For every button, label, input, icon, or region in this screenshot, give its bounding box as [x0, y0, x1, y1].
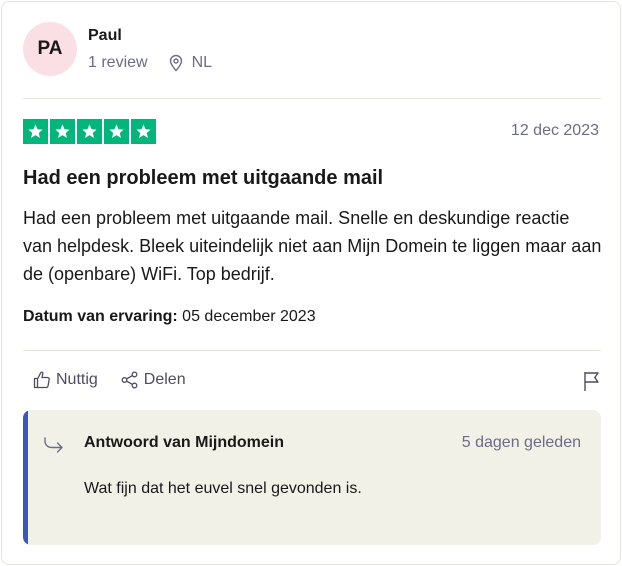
- share-label: Delen: [143, 371, 186, 388]
- reviewer-meta: 1 review NL: [88, 54, 212, 72]
- star-icon: [131, 119, 156, 144]
- reply-date: 5 dagen geleden: [461, 434, 581, 451]
- reply-arrow-icon: [44, 437, 63, 453]
- review-actions: Nuttig Delen: [32, 370, 186, 390]
- experience-value: 05 december 2023: [182, 308, 316, 325]
- company-reply: Antwoord van Mijndomein 5 dagen geleden …: [23, 410, 601, 545]
- divider: [23, 98, 601, 99]
- star-icon: [104, 119, 129, 144]
- share-icon: [121, 371, 138, 389]
- star-icon: [77, 119, 102, 144]
- reply-title: Antwoord van Mijndomein: [84, 434, 284, 451]
- reply-text: Wat fijn dat het euvel snel gevonden is.: [84, 480, 362, 497]
- review-count: 1 review: [88, 54, 148, 71]
- experience-date: Datum van ervaring: 05 december 2023: [23, 308, 316, 326]
- divider: [23, 350, 601, 351]
- thumbs-up-icon: [33, 371, 50, 389]
- avatar[interactable]: PA: [23, 22, 77, 76]
- report-button[interactable]: [582, 370, 602, 397]
- star-icon: [23, 119, 48, 144]
- star-icon: [50, 119, 75, 144]
- review-body: Had een probleem met uitgaande mail. Sne…: [23, 208, 602, 284]
- reviewer-location: NL: [168, 54, 212, 72]
- review-title[interactable]: Had een probleem met uitgaande mail: [23, 167, 383, 190]
- star-rating: [23, 119, 156, 144]
- reply-accent-bar: [23, 410, 28, 545]
- reviewer-name[interactable]: Paul: [88, 27, 122, 45]
- experience-label: Datum van ervaring:: [23, 308, 178, 325]
- review-card: PA Paul 1 review NL 12 dec 2023 Had een …: [1, 1, 621, 565]
- share-button[interactable]: Delen: [120, 370, 186, 390]
- useful-label: Nuttig: [56, 371, 98, 388]
- useful-button[interactable]: Nuttig: [32, 370, 98, 390]
- location-pin-icon: [169, 54, 182, 72]
- review-date: 12 dec 2023: [510, 122, 599, 139]
- flag-icon: [584, 372, 599, 391]
- reviewer-country: NL: [191, 54, 213, 71]
